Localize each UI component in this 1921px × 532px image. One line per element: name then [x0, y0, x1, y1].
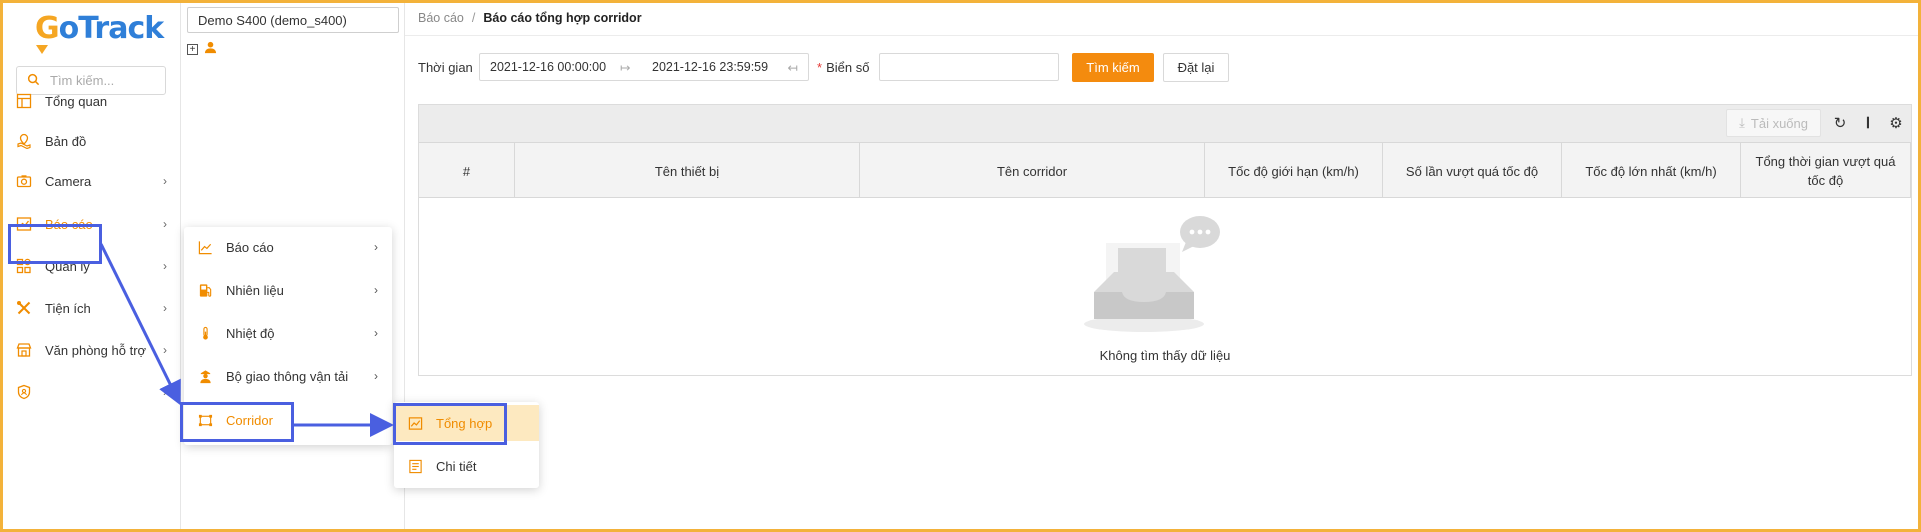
- arrow-to-corridor: [99, 243, 181, 406]
- annotation-arrows: [99, 243, 394, 437]
